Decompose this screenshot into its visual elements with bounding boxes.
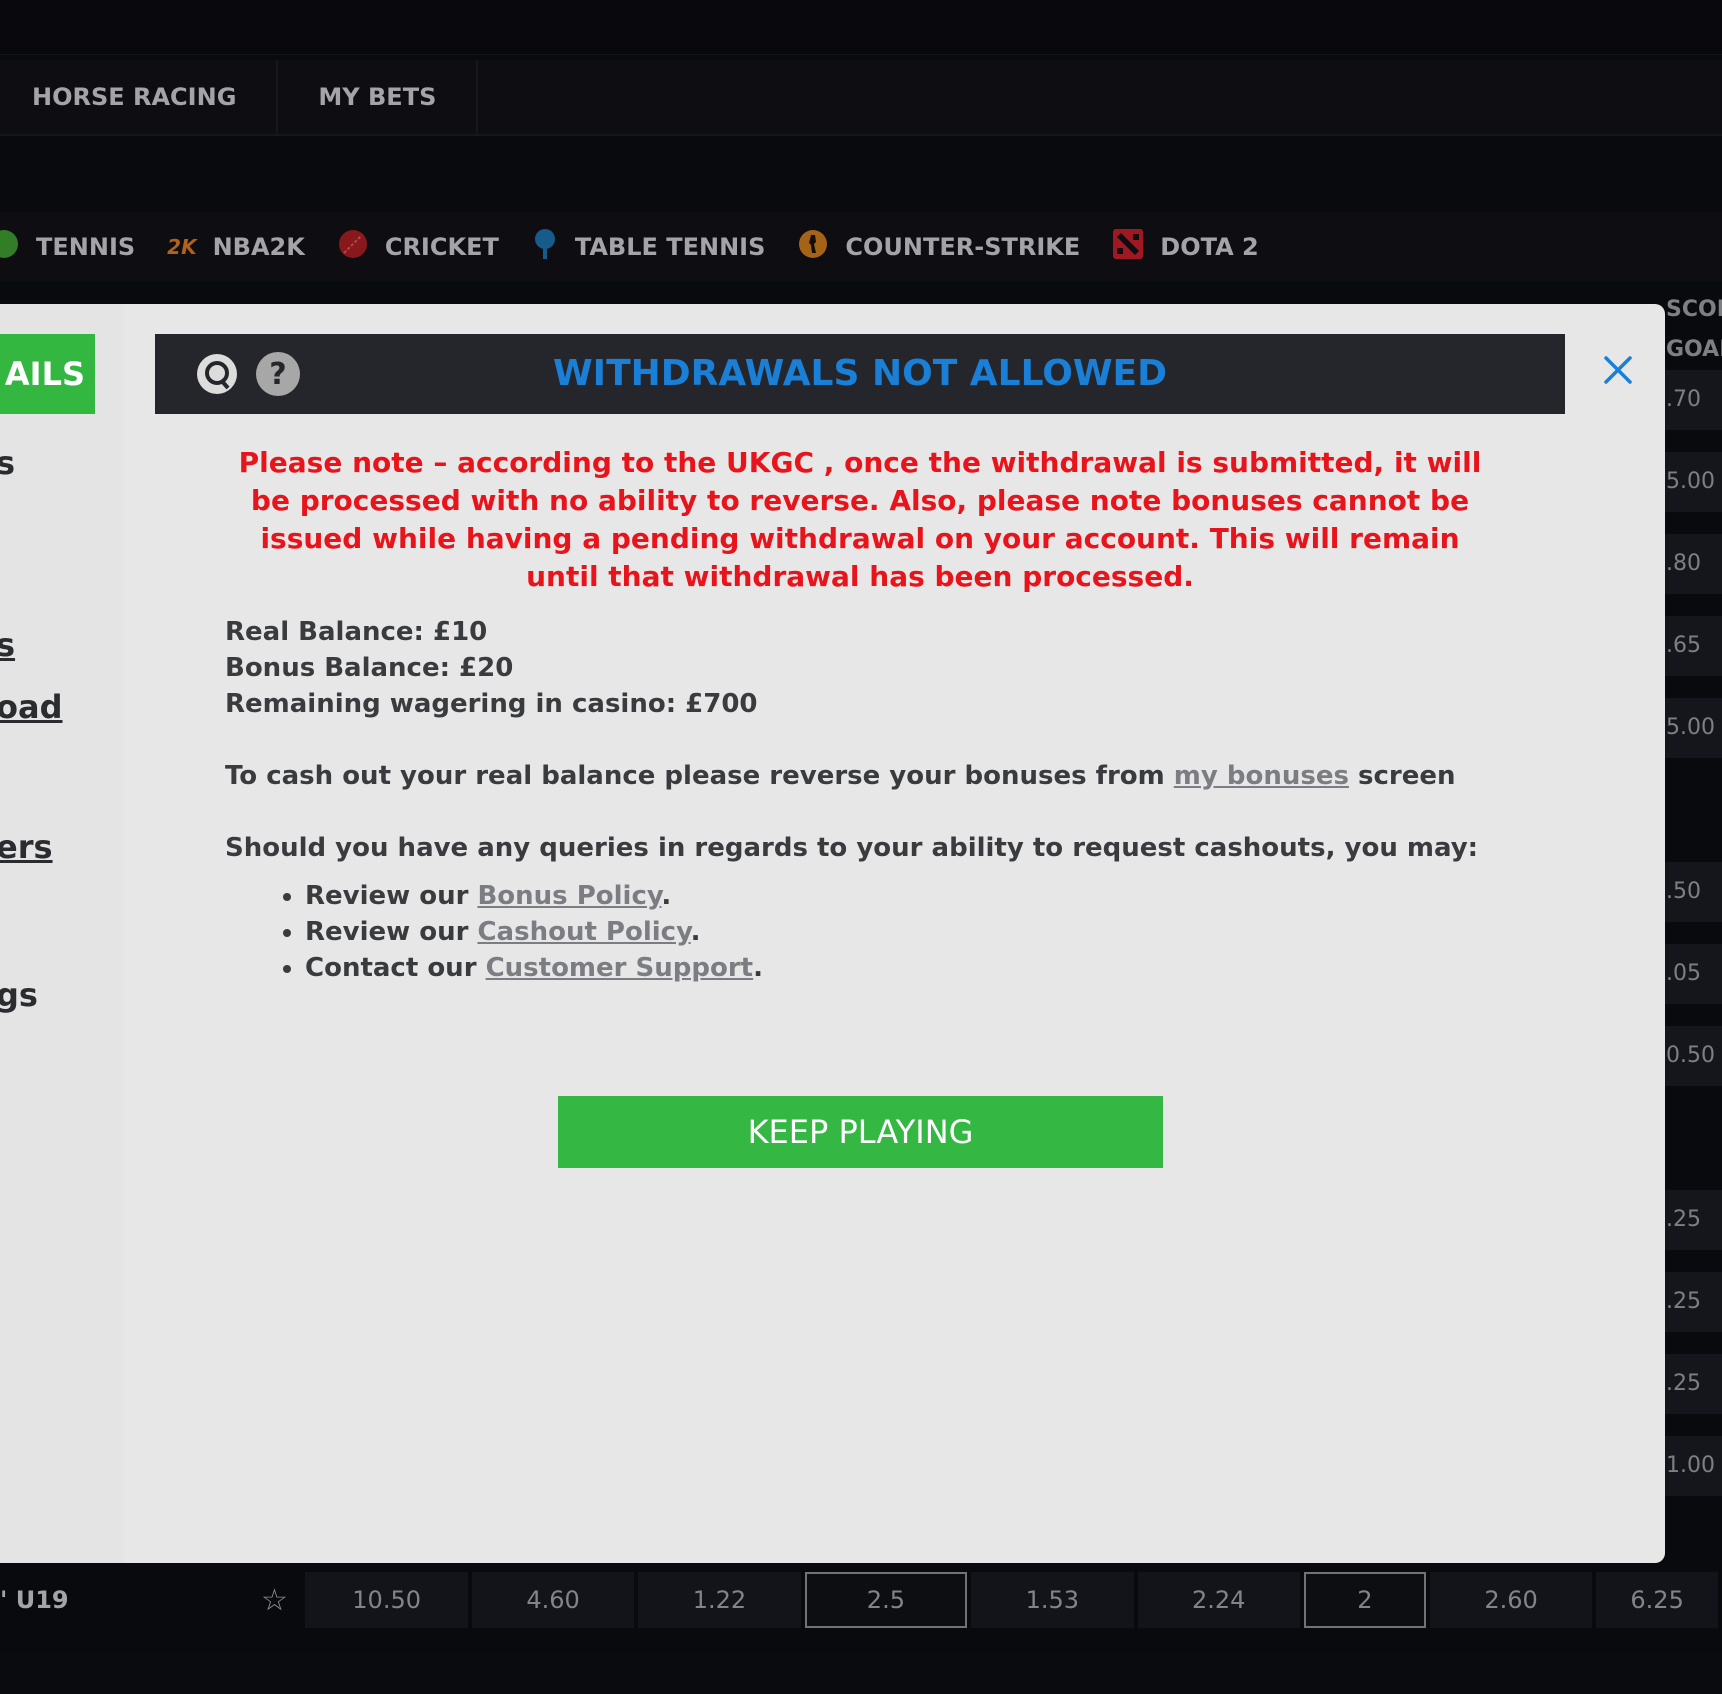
- sport-label: CRICKET: [384, 233, 499, 261]
- sports-bar: TENNIS 2K NBA2K CRICKET TABLE TENNIS COU…: [0, 212, 1722, 282]
- background-odds-column: SCOR GOAL .70 5.00 .80 .65 5.00 .50 .05 0.50 .25…: [1664, 290, 1722, 1518]
- sport-label: TABLE TENNIS: [574, 233, 766, 261]
- column-header: GOAL: [1666, 337, 1722, 362]
- real-balance: Real Balance: £10: [225, 617, 488, 647]
- close-icon[interactable]: [1594, 346, 1642, 394]
- background-odd-cell: 0.50: [1664, 1026, 1722, 1086]
- background-odd-cell: .50: [1664, 862, 1722, 922]
- team-name: ' U19: [0, 1586, 69, 1614]
- left-menu-fragment[interactable]: s: [0, 444, 15, 482]
- background-odd-cell: [1664, 780, 1722, 840]
- balance-summary: Real Balance: £10 Bonus Balance: £20 Rem…: [225, 614, 1515, 722]
- list-item: Review our Cashout Policy.: [305, 914, 1515, 950]
- dota2-logo-icon: [1112, 228, 1144, 266]
- left-menu-link[interactable]: s: [0, 626, 15, 664]
- keep-playing-button[interactable]: KEEP PLAYING: [558, 1096, 1163, 1168]
- sport-dota2[interactable]: DOTA 2: [1112, 228, 1259, 266]
- dialog-title: WITHDRAWALS NOT ALLOWED: [552, 353, 1168, 394]
- background-odd-cell: 5.00: [1664, 452, 1722, 512]
- bullet-text: .: [690, 917, 701, 947]
- cashout-text: screen: [1348, 761, 1456, 791]
- sport-nba2k[interactable]: 2K NBA2K: [167, 233, 305, 261]
- bonus-policy-link[interactable]: Bonus Policy: [477, 881, 661, 911]
- queries-text: Should you have any queries in regards t…: [225, 833, 1479, 863]
- my-bonuses-link[interactable]: my bonuses: [1174, 761, 1349, 791]
- table-tennis-paddle-icon: [531, 227, 559, 267]
- bonus-balance: Bonus Balance: £20: [225, 653, 514, 683]
- odd-cell[interactable]: 2.60: [1429, 1572, 1593, 1628]
- nav-horse-racing[interactable]: HORSE RACING: [0, 60, 279, 134]
- odd-cell[interactable]: 6.25: [1596, 1572, 1719, 1628]
- background-odd-cell: .25: [1664, 1190, 1722, 1250]
- bullet-text: .: [661, 881, 672, 911]
- sport-counter-strike[interactable]: COUNTER-STRIKE: [797, 228, 1080, 266]
- bullet-text: Contact our: [305, 953, 486, 983]
- cashout-policy-link[interactable]: Cashout Policy: [477, 917, 690, 947]
- content-band: [0, 136, 1722, 212]
- customer-support-link[interactable]: Customer Support: [486, 953, 754, 983]
- background-odd-cell: 5.00: [1664, 698, 1722, 758]
- tennis-ball-icon: [0, 228, 20, 266]
- favorite-star-icon[interactable]: ☆: [261, 1583, 305, 1618]
- left-menu-fragment[interactable]: gs: [0, 976, 38, 1014]
- cashout-text: To cash out your real balance please rev…: [225, 761, 1174, 791]
- cashout-instructions: To cash out your real balance please rev…: [225, 758, 1515, 794]
- help-options-list: Review our Bonus Policy. Review our Cash…: [225, 878, 1515, 986]
- sport-label: NBA2K: [212, 233, 305, 261]
- odd-cell[interactable]: 2.24: [1137, 1572, 1300, 1628]
- sport-label: TENNIS: [36, 233, 136, 261]
- dialog-header: ? WITHDRAWALS NOT ALLOWED: [155, 334, 1565, 414]
- odd-cell[interactable]: 10.50: [305, 1572, 468, 1628]
- background-odd-cell: .25: [1664, 1354, 1722, 1414]
- sport-tennis[interactable]: TENNIS: [0, 228, 135, 266]
- top-strip: [0, 0, 1722, 55]
- main-nav: HORSE RACING MY BETS: [0, 60, 1722, 136]
- dialog-left-column: AILS s s oad ers gs: [0, 304, 124, 1563]
- odd-cell[interactable]: 1.22: [638, 1572, 801, 1628]
- background-odd-cell: .70: [1664, 370, 1722, 430]
- bullet-text: Review our: [305, 917, 478, 947]
- left-menu-link[interactable]: oad: [0, 688, 62, 726]
- odd-cell[interactable]: 4.60: [471, 1572, 635, 1628]
- odd-cell[interactable]: 1.53: [971, 1572, 1134, 1628]
- sport-cricket[interactable]: CRICKET: [337, 228, 499, 266]
- odd-cell-line[interactable]: 2.5: [804, 1572, 968, 1628]
- dialog-content: Please note – according to the UKGC , on…: [225, 444, 1515, 986]
- left-menu-link[interactable]: ers: [0, 828, 53, 866]
- odd-cell-line[interactable]: 2: [1303, 1572, 1426, 1628]
- nba2k-logo-icon: 2K: [167, 235, 197, 259]
- background-odd-cell: [1664, 1108, 1722, 1168]
- sport-label: COUNTER-STRIKE: [845, 233, 1081, 261]
- ukgc-notice: Please note – according to the UKGC , on…: [238, 446, 1482, 593]
- sport-label: DOTA 2: [1160, 233, 1259, 261]
- details-tab[interactable]: AILS: [0, 334, 95, 414]
- background-odd-cell: .25: [1664, 1272, 1722, 1332]
- background-odd-cell: 1.00: [1664, 1436, 1722, 1496]
- cricket-ball-icon: [337, 228, 369, 266]
- nav-my-bets[interactable]: MY BETS: [278, 60, 479, 134]
- background-odd-cell: .05: [1664, 944, 1722, 1004]
- column-header: SCOR: [1666, 297, 1722, 322]
- sport-table-tennis[interactable]: TABLE TENNIS: [531, 227, 766, 267]
- bullet-text: .: [753, 953, 763, 983]
- list-item: Review our Bonus Policy.: [305, 878, 1515, 914]
- background-odd-cell: .80: [1664, 534, 1722, 594]
- list-item: Contact our Customer Support.: [305, 950, 1515, 986]
- bullet-text: Review our: [305, 881, 478, 911]
- remaining-wagering: Remaining wagering in casino: £700: [225, 689, 758, 719]
- background-odd-cell: .65: [1664, 616, 1722, 676]
- event-row: ' U19 ☆ 10.50 4.60 1.22 2.5 1.53 2.24 2 …: [0, 1565, 1722, 1635]
- counter-strike-icon: [797, 228, 829, 266]
- withdrawal-dialog: AILS s s oad ers gs ? WITHDRAWALS NOT AL…: [0, 304, 1665, 1563]
